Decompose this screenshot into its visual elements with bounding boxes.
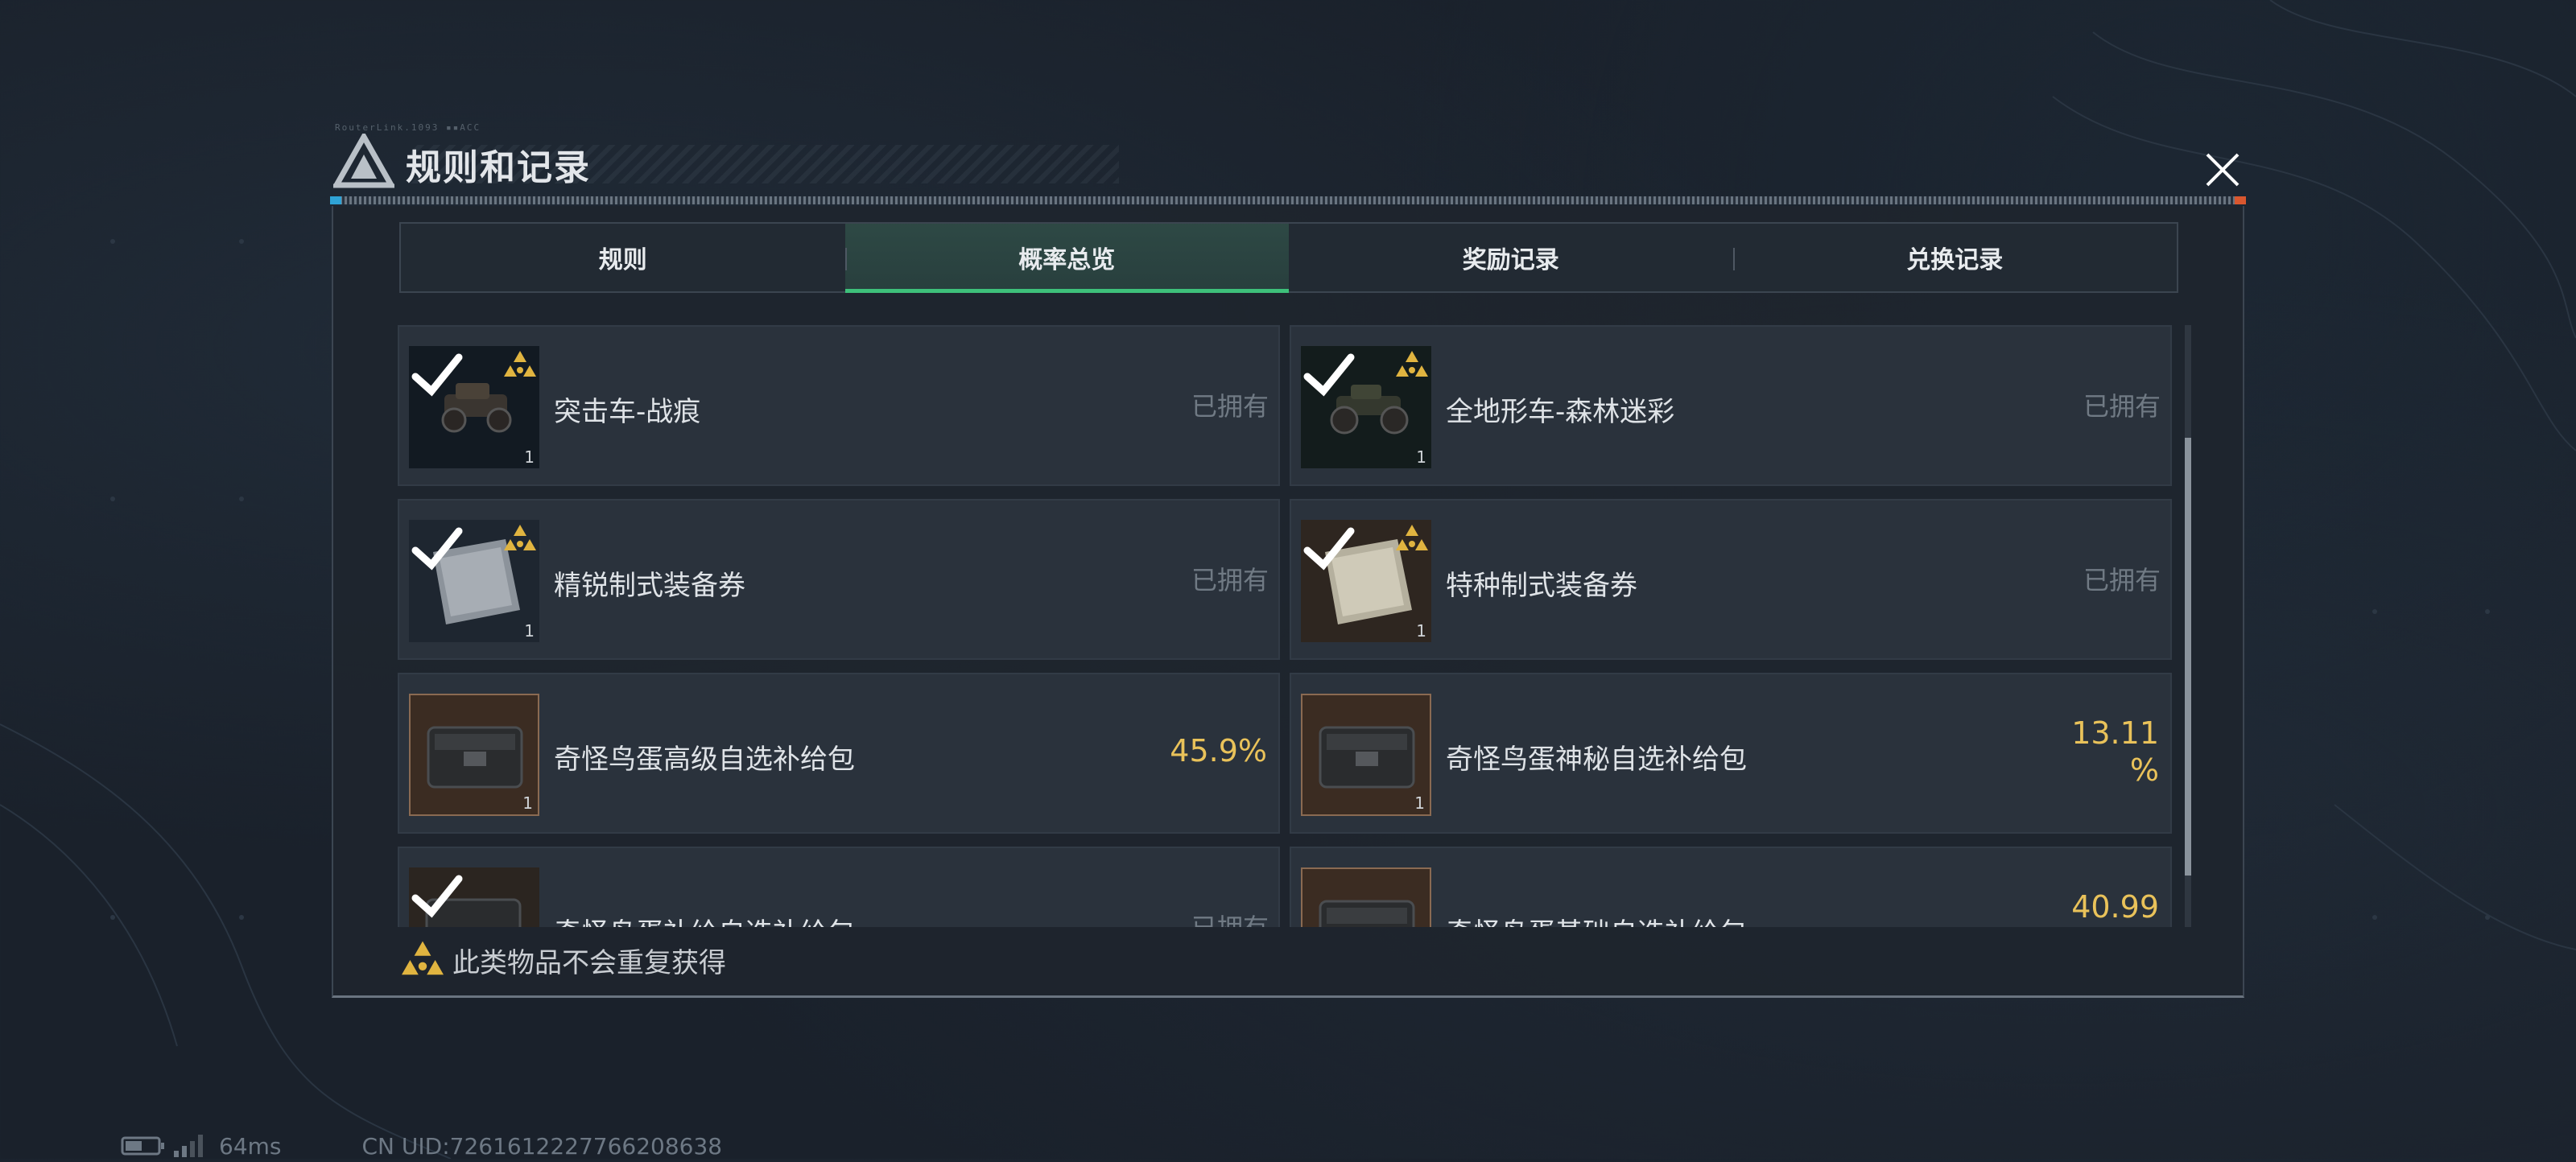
checkmark-icon (411, 353, 463, 397)
unique-item-icon (504, 525, 536, 550)
list-item[interactable]: 1 全地形车-森林迷彩 已拥有 (1290, 325, 2172, 486)
list-item[interactable]: 1 奇怪鸟蛋基础自选补给包 40.99 (1290, 847, 2172, 927)
header-divider-accent-left (330, 196, 341, 204)
item-probability: 45.9% (1170, 733, 1267, 768)
ping-text: 64ms (219, 1132, 282, 1160)
supply-crate-icon (1319, 726, 1415, 789)
unique-item-icon (504, 351, 536, 377)
item-quantity: 1 (1416, 621, 1426, 641)
item-thumbnail: 1 (409, 867, 539, 927)
item-name: 精锐制式装备券 (554, 570, 745, 602)
tab-label: 概率总览 (1018, 246, 1116, 274)
checkmark-icon (411, 875, 463, 918)
list-item[interactable]: 1 奇怪鸟蛋补给自选补给包 已拥有 (398, 847, 1280, 927)
item-thumbnail: 1 (1301, 867, 1431, 927)
uid-text: CN UID:7261612227766208638 (361, 1132, 723, 1160)
unique-item-icon (402, 941, 444, 975)
owned-status: 已拥有 (2083, 391, 2161, 422)
checkmark-icon (411, 527, 463, 571)
item-quantity: 1 (524, 621, 535, 641)
owned-status: 已拥有 (1191, 908, 1269, 927)
item-name: 突击车-战痕 (554, 396, 701, 428)
header-deco-text: RouterLink.1093 ▪▪ACC (335, 122, 481, 133)
list-scrollbar-thumb[interactable] (2185, 438, 2191, 876)
panel-header: RouterLink.1093 ▪▪ACC 规则和记录 (330, 121, 2246, 201)
footer-note-text: 此类物品不会重复获得 (452, 946, 726, 979)
probability-list[interactable]: 1 突击车-战痕 已拥有 1 全地形车-森林迷彩 已拥有 1 精锐制式装备券 已… (398, 325, 2180, 927)
footer-note: 此类物品不会重复获得 (399, 940, 726, 980)
item-name: 全地形车-森林迷彩 (1446, 396, 1675, 428)
item-name: 特种制式装备券 (1446, 570, 1637, 602)
tab-reward-records[interactable]: 奖励记录 (1289, 224, 1733, 291)
list-item[interactable]: 1 特种制式装备券 已拥有 (1290, 499, 2172, 660)
status-bar: 64ms CN UID:7261612227766208638 (121, 1130, 722, 1162)
unique-item-icon (1396, 351, 1428, 377)
unique-item-icon (1396, 525, 1428, 550)
item-thumbnail: 1 (1301, 520, 1431, 642)
list-item[interactable]: 1 突击车-战痕 已拥有 (398, 325, 1280, 486)
battery-icon (121, 1136, 164, 1156)
checkmark-icon (1303, 527, 1355, 571)
item-quantity: 1 (1414, 793, 1425, 813)
item-name: 奇怪鸟蛋补给自选补给包 (554, 911, 855, 927)
header-divider (330, 196, 2246, 204)
item-name: 奇怪鸟蛋基础自选补给包 (1446, 911, 1747, 927)
item-thumbnail: 1 (409, 694, 539, 816)
item-thumbnail: 1 (409, 520, 539, 642)
owned-status: 已拥有 (2083, 565, 2161, 595)
item-quantity: 1 (1416, 447, 1426, 467)
owned-status: 已拥有 (1191, 391, 1269, 422)
signal-icon (174, 1135, 203, 1157)
list-item[interactable]: 1 奇怪鸟蛋高级自选补给包 45.9% (398, 673, 1280, 834)
rules-records-panel: 规则 概率总览 奖励记录 兑换记录 1 突击车-战痕 已拥有 1 全地形车-森林… (332, 206, 2244, 998)
item-probability: 13.11% (2071, 715, 2159, 789)
item-thumbnail: 1 (1301, 346, 1431, 468)
supply-crate-icon (427, 726, 523, 789)
tab-label: 奖励记录 (1462, 246, 1559, 274)
header-divider-accent-right (2235, 196, 2246, 204)
item-quantity: 1 (524, 447, 535, 467)
logo-triangle-icon (333, 134, 394, 188)
tab-rules[interactable]: 规则 (401, 224, 845, 291)
list-item[interactable]: 1 奇怪鸟蛋神秘自选补给包 13.11% (1290, 673, 2172, 834)
tab-label: 规则 (598, 246, 647, 274)
probability-value: 13.11 (2071, 715, 2159, 751)
tab-label: 兑换记录 (1906, 246, 2004, 274)
checkmark-icon (1303, 353, 1355, 397)
probability-unit: % (2129, 752, 2159, 788)
item-name: 奇怪鸟蛋神秘自选补给包 (1446, 744, 1747, 776)
panel-title: 规则和记录 (406, 147, 591, 188)
item-thumbnail: 1 (409, 346, 539, 468)
item-thumbnail: 1 (1301, 694, 1431, 816)
item-name: 奇怪鸟蛋高级自选补给包 (554, 744, 855, 776)
list-item[interactable]: 1 精锐制式装备券 已拥有 (398, 499, 1280, 660)
tab-exchange-records[interactable]: 兑换记录 (1732, 224, 2178, 291)
tab-bar: 规则 概率总览 奖励记录 兑换记录 (399, 222, 2178, 293)
supply-crate-icon (1319, 900, 1415, 927)
owned-status: 已拥有 (1191, 565, 1269, 595)
item-quantity: 1 (522, 793, 533, 813)
item-probability: 40.99 (2071, 889, 2159, 925)
tab-probability-overview[interactable]: 概率总览 (844, 224, 1289, 293)
close-icon[interactable] (2199, 146, 2246, 193)
